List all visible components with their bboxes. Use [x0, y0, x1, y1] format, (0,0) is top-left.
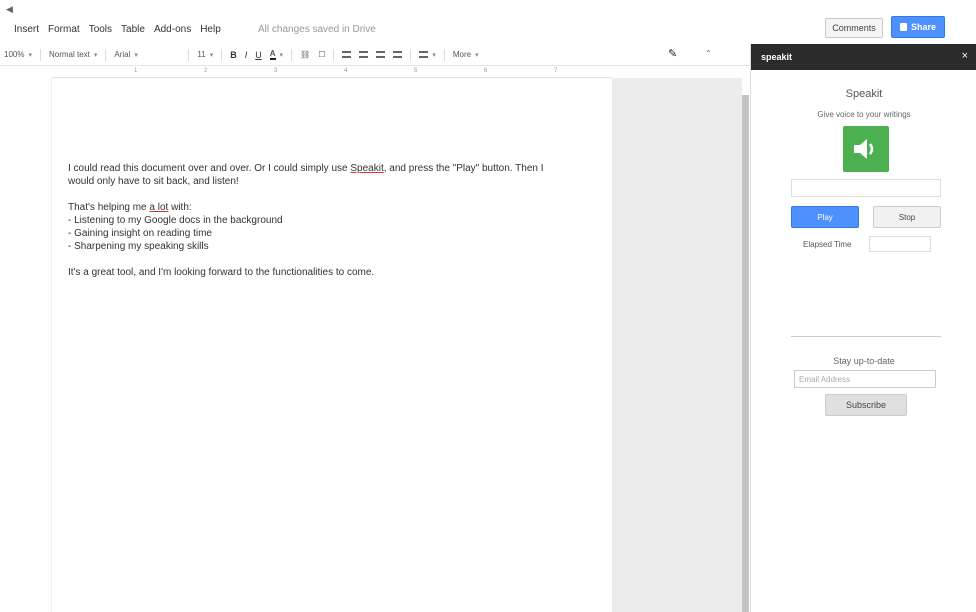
font-size-value: 11	[197, 50, 206, 59]
text-color-button[interactable]: A	[266, 46, 287, 64]
menu: Insert Format Tools Table Add-ons Help	[14, 24, 221, 35]
ruler: 1 2 3 4 5 6 7	[52, 66, 612, 78]
menu-tools[interactable]: Tools	[89, 24, 112, 35]
list-item: - Listening to my Google docs in the bac…	[68, 215, 283, 226]
toolbar-divider	[105, 48, 107, 61]
close-icon[interactable]: ×	[962, 50, 968, 62]
document-body[interactable]: I could read this document over and over…	[68, 162, 548, 279]
link-icon[interactable]: ⛓	[296, 46, 314, 64]
speech-text-field[interactable]	[791, 179, 941, 197]
sidebar-header-title: speakit	[761, 52, 793, 62]
save-status: All changes saved in Drive	[258, 24, 376, 35]
lock-icon	[899, 23, 907, 31]
ruler-tick: 3	[274, 68, 278, 74]
paragraph-closing: It's a great tool, and I'm looking forwa…	[68, 267, 375, 278]
menu-addons[interactable]: Add-ons	[154, 24, 191, 35]
italic-button[interactable]: I	[241, 46, 252, 64]
ruler-tick: 2	[204, 68, 208, 74]
bold-glyph: B	[230, 49, 237, 60]
list-item: - Sharpening my speaking skills	[68, 241, 209, 252]
toolbar-divider	[443, 48, 445, 61]
more-button[interactable]: More	[449, 46, 483, 64]
italic-glyph: I	[244, 49, 248, 60]
menu-insert[interactable]: Insert	[14, 24, 39, 35]
toolbar-divider	[410, 48, 412, 61]
toolbar-divider	[188, 48, 190, 61]
more-label: More	[452, 50, 472, 59]
ruler-tick: 7	[554, 68, 558, 74]
text-run: I could read this document over and over…	[68, 163, 351, 174]
style-select[interactable]: Normal text	[45, 46, 101, 64]
elapsed-time-label: Elapsed Time	[803, 240, 852, 249]
stop-button[interactable]: Stop	[873, 206, 941, 228]
text-color-glyph: A	[269, 49, 276, 60]
menu-table[interactable]: Table	[121, 24, 145, 35]
toolbar-divider	[221, 48, 223, 61]
document-page[interactable]	[52, 78, 612, 612]
paragraph-helping: That's helping me a lot with:	[68, 201, 548, 214]
share-label: Share	[910, 22, 936, 32]
misspelled-word: a lot	[149, 202, 169, 213]
speakit-word: Speakit	[350, 163, 384, 174]
underline-glyph: U	[255, 49, 262, 60]
align-center-icon[interactable]	[355, 46, 372, 64]
ruler-tick: 5	[414, 68, 418, 74]
docs-window: ◀ Insert Format Tools Table Add-ons Help…	[0, 0, 976, 612]
ruler-tick: 4	[344, 68, 348, 74]
underline-button[interactable]: U	[251, 46, 266, 64]
document-scrollbar[interactable]	[742, 95, 749, 612]
line-spacing-icon[interactable]	[415, 46, 440, 64]
toolbar-divider	[39, 48, 41, 61]
share-button[interactable]: Share	[891, 16, 945, 38]
toolbar-divider	[291, 48, 293, 61]
ruler-tick: 1	[134, 68, 138, 74]
text-run: with:	[168, 202, 192, 213]
sidebar-title: Speakit	[845, 88, 883, 100]
bold-button[interactable]: B	[226, 46, 241, 64]
play-button[interactable]: Play	[791, 206, 859, 228]
font-value: Arial	[114, 50, 131, 59]
align-right-icon[interactable]	[372, 46, 389, 64]
ruler-tick: 6	[484, 68, 488, 74]
collapse-toolbar-icon[interactable]: ⌃	[705, 49, 712, 58]
document-margin	[0, 78, 52, 612]
zoom-select[interactable]: 100%	[0, 46, 36, 64]
sidebar-tagline: Give voice to your writings	[817, 110, 911, 119]
font-select[interactable]: Arial	[110, 46, 184, 64]
comments-button[interactable]: Comments	[825, 18, 883, 38]
formatting-toolbar: 100% Normal text Arial 11 B I U A ⛓ ☐ Mo…	[0, 44, 750, 66]
align-justify-icon[interactable]	[389, 46, 406, 64]
document-background	[612, 78, 742, 612]
back-arrow-icon[interactable]: ◀	[6, 4, 13, 15]
elapsed-time-field	[869, 236, 931, 252]
toolbar-divider	[333, 48, 335, 61]
menu-help[interactable]: Help	[200, 24, 221, 35]
speaker-glyph	[854, 139, 874, 159]
email-field[interactable]	[794, 370, 936, 388]
sidebar-divider	[791, 336, 941, 337]
menu-bar: ◀ Insert Format Tools Table Add-ons Help…	[0, 0, 976, 44]
style-value: Normal text	[48, 50, 90, 59]
paragraph-intro: I could read this document over and over…	[68, 162, 548, 188]
subscribe-button[interactable]: Subscribe	[825, 394, 907, 416]
font-size-select[interactable]: 11	[193, 46, 217, 64]
text-run: That's helping me	[68, 202, 150, 213]
sidebar-header: speakit	[751, 44, 976, 70]
zoom-value: 100%	[4, 50, 25, 59]
speaker-icon[interactable]	[843, 126, 889, 172]
speakit-sidebar: speakit × Speakit Give voice to your wri…	[750, 44, 976, 612]
align-left-icon[interactable]	[338, 46, 355, 64]
stay-up-to-date-label: Stay up-to-date	[833, 356, 895, 366]
comment-icon[interactable]: ☐	[314, 46, 329, 64]
menu-format[interactable]: Format	[48, 24, 80, 35]
pencil-icon[interactable]: ✎	[668, 47, 677, 60]
list-item: - Gaining insight on reading time	[68, 228, 212, 239]
